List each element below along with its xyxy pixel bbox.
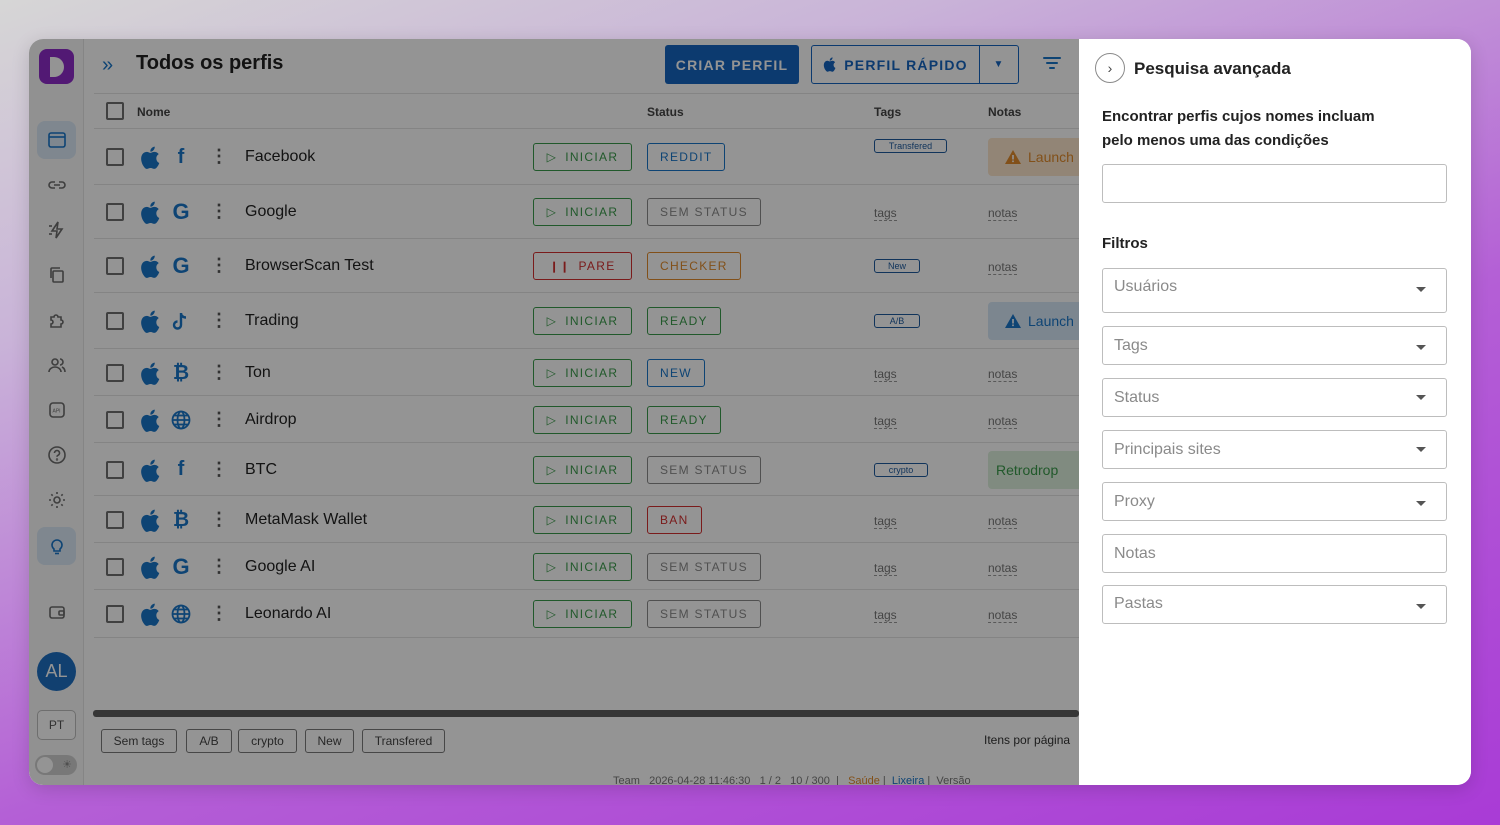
- folders-select[interactable]: Pastas: [1102, 585, 1447, 624]
- name-conditions-input[interactable]: [1102, 164, 1447, 203]
- tags-select-label: Tags: [1114, 337, 1148, 354]
- status-select-label: Status: [1114, 389, 1160, 406]
- status-select[interactable]: Status: [1102, 378, 1447, 417]
- users-select[interactable]: Usuários: [1102, 268, 1447, 313]
- close-panel-chevron-icon[interactable]: ›: [1095, 53, 1125, 83]
- notes-input[interactable]: Notas: [1102, 534, 1447, 573]
- sites-select-label: Principais sites: [1114, 441, 1221, 458]
- users-select-label: Usuários: [1114, 278, 1178, 295]
- chevron-down-icon: [1416, 447, 1426, 452]
- filters-heading: Filtros: [1102, 235, 1148, 252]
- chevron-down-icon: [1416, 345, 1426, 350]
- chevron-down-icon: [1416, 395, 1426, 400]
- modal-overlay[interactable]: [29, 39, 1079, 785]
- advanced-search-panel: › Pesquisa avançada Encontrar perfis cuj…: [1079, 39, 1471, 785]
- proxy-select-label: Proxy: [1114, 493, 1155, 510]
- app-window: API AL PT ☀ » Todos os perfis CRIAR PERF…: [29, 39, 1471, 785]
- chevron-down-icon: [1416, 501, 1426, 506]
- chevron-down-icon: [1416, 604, 1426, 609]
- panel-title: Pesquisa avançada: [1134, 59, 1291, 78]
- sites-select[interactable]: Principais sites: [1102, 430, 1447, 469]
- tags-select[interactable]: Tags: [1102, 326, 1447, 365]
- chevron-down-icon: [1416, 287, 1426, 292]
- notes-input-label: Notas: [1114, 545, 1156, 562]
- folders-select-label: Pastas: [1114, 595, 1163, 612]
- panel-description: Encontrar perfis cujos nomes incluam pel…: [1102, 108, 1375, 149]
- proxy-select[interactable]: Proxy: [1102, 482, 1447, 521]
